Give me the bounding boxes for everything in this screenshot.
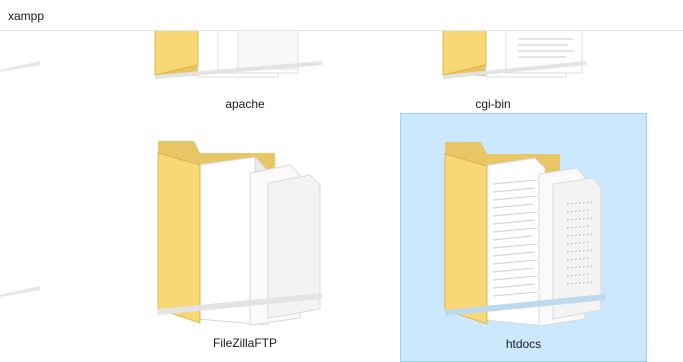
folder-label: FileZillaFTP [212,336,277,350]
address-bar[interactable]: xampp [0,0,683,31]
folder-icon [154,31,322,79]
folder-item-apache[interactable]: apache [150,31,340,111]
folder-icon [444,142,605,327]
folder-item-htdocs[interactable]: htdocs [400,113,647,362]
folder-icon-partial [0,286,40,297]
folder-icon [157,141,322,326]
folder-icon-partial [0,61,40,72]
folder-label: apache [225,97,265,111]
folder-item-filezillaftp[interactable]: FileZillaFTP [150,113,340,362]
folder-icon [442,31,586,79]
folder-label: htdocs [505,337,542,351]
folder-label: cgi-bin [475,97,511,111]
breadcrumb-current-folder[interactable]: xampp [8,9,44,23]
folder-item-cgi-bin[interactable]: cgi-bin [398,31,588,111]
